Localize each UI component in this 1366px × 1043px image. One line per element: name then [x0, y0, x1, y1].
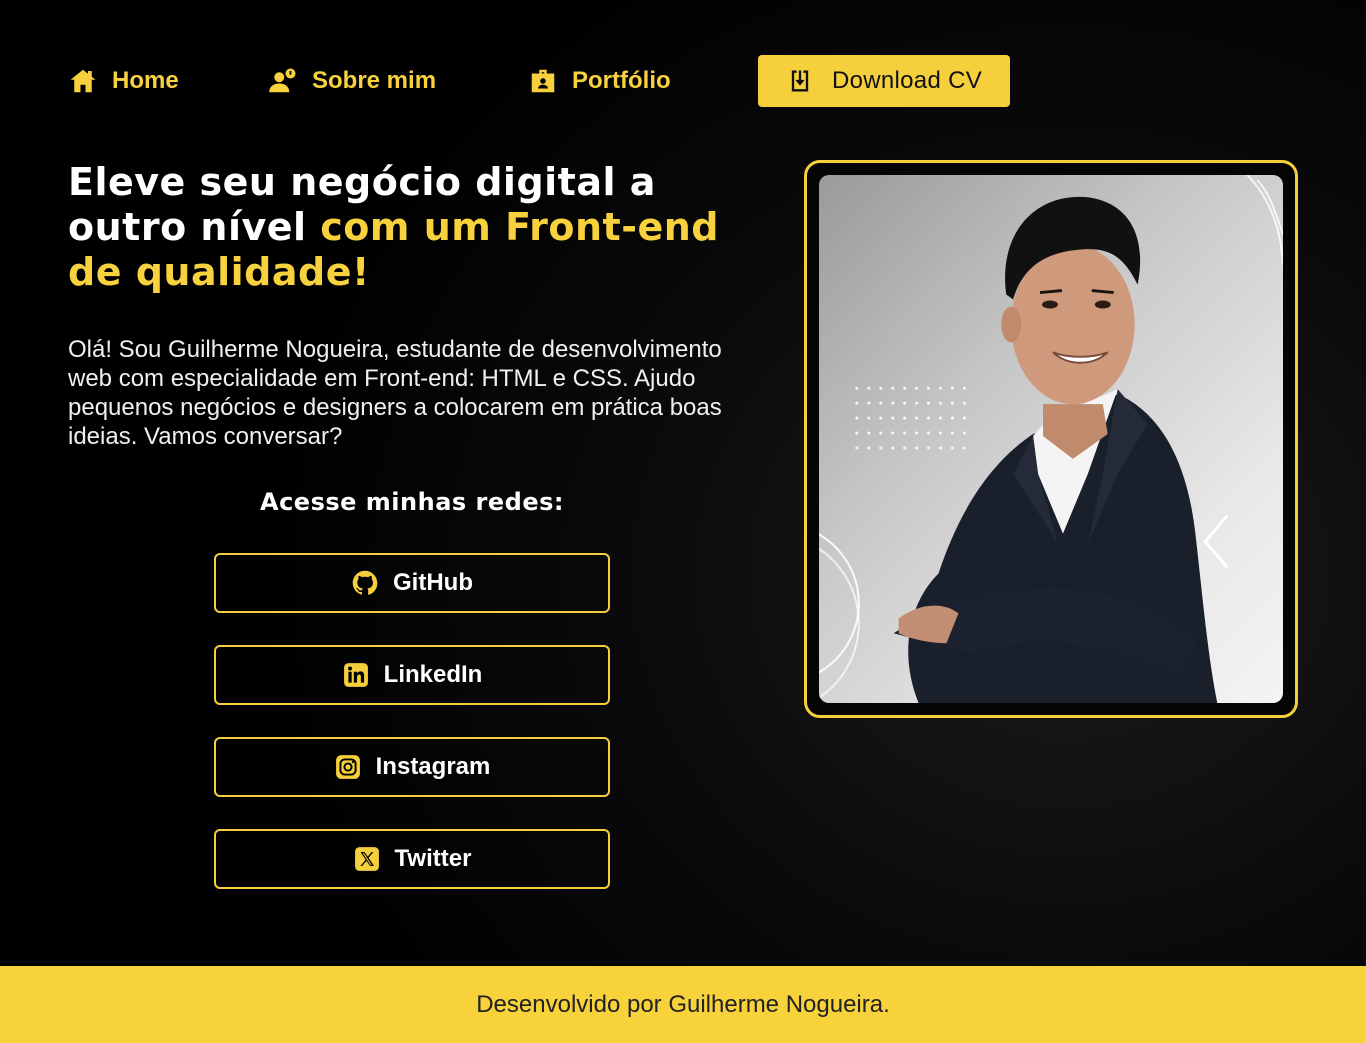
linkedin-button[interactable]: LinkedIn [214, 645, 610, 705]
user-info-icon [269, 68, 296, 93]
profile-photo-frame [804, 160, 1298, 718]
social-heading: Acesse minhas redes: [260, 488, 564, 516]
download-cv-button[interactable]: Download CV [758, 55, 1010, 107]
nav-home-label: Home [112, 67, 179, 94]
nav-home-link[interactable]: Home [68, 55, 179, 107]
download-cv-label: Download CV [831, 67, 983, 94]
intro-paragraph: Olá! Sou Guilherme Nogueira, estudante d… [68, 336, 722, 450]
instagram-label: Instagram [375, 753, 491, 780]
github-button[interactable]: GitHub [214, 553, 610, 613]
profile-photo [819, 175, 1283, 703]
main-nav: Home Sobre mim Portfólio Download CV [68, 55, 1018, 107]
footer: Desenvolvido por Guilherme Nogueira. [0, 966, 1366, 1043]
briefcase-icon [531, 69, 555, 93]
instagram-button[interactable]: Instagram [214, 737, 610, 797]
profile-illustration [819, 175, 1283, 703]
github-icon [351, 569, 379, 597]
twitter-button[interactable]: Twitter [214, 829, 610, 889]
twitter-label: Twitter [394, 845, 472, 872]
x-twitter-icon [353, 845, 381, 873]
nav-portfolio-label: Portfólio [572, 67, 671, 94]
hero-title: Eleve seu negócio digital a outro nível … [68, 160, 728, 295]
home-icon [70, 69, 96, 93]
linkedin-icon [342, 661, 370, 689]
github-label: GitHub [393, 569, 473, 596]
linkedin-label: LinkedIn [383, 661, 483, 688]
nav-portfolio-link[interactable]: Portfólio [528, 55, 671, 107]
nav-about-link[interactable]: Sobre mim [268, 55, 436, 107]
instagram-icon [334, 753, 362, 781]
download-icon [791, 70, 809, 92]
footer-credit: Desenvolvido por Guilherme Nogueira. [476, 990, 890, 1018]
nav-about-label: Sobre mim [312, 67, 437, 94]
